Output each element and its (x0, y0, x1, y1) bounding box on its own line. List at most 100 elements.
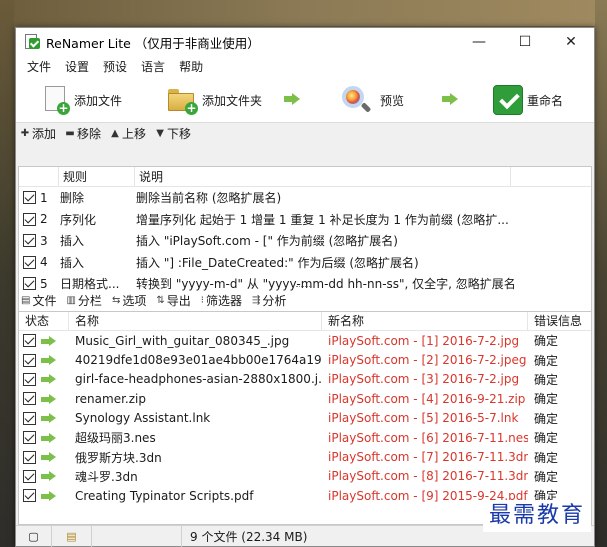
add-folders-label: 添加文件夹 (202, 93, 263, 108)
columns-menu-button[interactable]: ▥ 分栏 (66, 292, 101, 309)
rule-row[interactable]: 1 删除 删除当前名称 (忽略扩展名) (19, 187, 591, 209)
files-toolbar: ▤ 文件 ▥ 分栏 ⇆ 选项 ⇅ 导出 ⁝ 筛选器 ⇶ 分析 (18, 290, 592, 310)
file-name: girl-face-headphones-asian-2880x1800.j..… (75, 372, 322, 387)
arrow-right-icon (41, 355, 57, 366)
export-menu-button[interactable]: ⇅ 导出 (156, 292, 190, 309)
add-rule-button[interactable]: ✚ 添加 (20, 125, 56, 142)
file-checkbox[interactable] (23, 469, 36, 483)
file-row[interactable]: renamer.zip iPlaySoft.com - [4] 2016-9-21… (19, 389, 591, 408)
move-up-label: 上移 (122, 126, 147, 141)
file-row[interactable]: 40219dfe1d08e93e01ae4bb00e1764a19... iPla… (19, 350, 591, 369)
rule-row[interactable]: 2 序列化 增量序列化 起始于 1 增量 1 重复 1 补足长度为 1 作为前缀… (19, 209, 591, 231)
file-new-name: iPlaySoft.com - [7] 2016-7-11.3dn (328, 450, 528, 465)
file-row[interactable]: 俄罗斯方块.3dn iPlaySoft.com - [7] 2016-7-11.3… (19, 447, 591, 466)
arrow-right-icon (41, 374, 57, 385)
file-row[interactable]: Synology Assistant.lnk iPlaySoft.com - [5… (19, 409, 591, 428)
rule-description: 删除当前名称 (忽略扩展名) (136, 191, 282, 206)
file-new-name: iPlaySoft.com - [8] 2016-7-11.3dn (328, 469, 528, 484)
move-down-button[interactable]: ▼ 下移 (155, 125, 191, 142)
columns-icon: ▥ (66, 294, 76, 306)
file-new-name: iPlaySoft.com - [5] 2016-5-7.lnk (328, 411, 519, 426)
rule-row[interactable]: 4 插入 插入 "] :File_DateCreated:" 作为后缀 (忽略扩… (19, 252, 591, 274)
file-row[interactable]: girl-face-headphones-asian-2880x1800.j..… (19, 370, 591, 389)
add-files-button[interactable]: + 添加文件 (42, 82, 122, 118)
watermark-text: 最需教育 (483, 500, 592, 532)
arrow-right-icon (41, 413, 57, 424)
file-error-status: 确定 (534, 450, 559, 465)
preview-button[interactable]: 预览 (340, 82, 404, 118)
menu-language[interactable]: 语言 (134, 58, 172, 75)
arrow-right-icon (41, 471, 57, 482)
rule-checkbox[interactable] (23, 191, 36, 205)
arrow-down-icon: ▼ (156, 127, 164, 139)
error-column-header[interactable]: 错误信息 (528, 312, 591, 331)
file-name: Music_Girl_with_guitar_080345_.jpg (75, 333, 290, 348)
file-checkbox[interactable] (23, 353, 36, 367)
panel-splitter[interactable] (18, 284, 592, 289)
arrow-right-icon (41, 452, 57, 463)
rule-checkbox[interactable] (23, 234, 36, 248)
rules-header: 规则 说明 (19, 166, 591, 187)
files-icon: ▤ (21, 294, 31, 306)
rule-checkbox[interactable] (23, 255, 36, 269)
file-name: 俄罗斯方块.3dn (75, 450, 162, 465)
file-checkbox[interactable] (23, 411, 36, 425)
file-checkbox[interactable] (23, 489, 36, 503)
file-checkbox[interactable] (23, 450, 36, 464)
analyze-menu-button[interactable]: ⇶ 分析 (252, 292, 286, 309)
magnifier-icon (340, 84, 372, 116)
file-row[interactable]: 魂斗罗.3dn iPlaySoft.com - [8] 2016-7-11.3dn… (19, 467, 591, 486)
status-column-header[interactable]: 状态 (19, 312, 69, 331)
filter-icon: ⁝ (200, 294, 204, 306)
rename-label: 重命名 (527, 93, 564, 108)
window-title: ReNamer Lite （仅用于非商业使用） (46, 35, 260, 51)
file-count-status: 9 个文件 (22.34 MB) (190, 529, 308, 544)
menu-presets[interactable]: 预设 (96, 58, 134, 75)
checkmark-icon (493, 85, 523, 115)
file-name: 魂斗罗.3dn (75, 469, 138, 484)
file-new-name: iPlaySoft.com - [6] 2016-7-11.nes (328, 430, 528, 445)
options-menu-button[interactable]: ⇆ 选项 (112, 292, 146, 309)
rename-button[interactable]: 重命名 (493, 82, 563, 118)
minimize-button[interactable]: — (456, 28, 502, 56)
add-folders-button[interactable]: + 添加文件夹 (166, 82, 262, 118)
remove-rule-button[interactable]: ▬ 移除 (65, 125, 101, 142)
new-name-column-header[interactable]: 新名称 (322, 312, 528, 331)
rule-checkbox[interactable] (23, 212, 36, 226)
file-checkbox[interactable] (23, 372, 36, 386)
file-error-status: 确定 (534, 392, 559, 407)
menu-settings[interactable]: 设置 (58, 58, 96, 75)
menu-bar: 文件 设置 预设 语言 帮助 (16, 56, 594, 76)
file-checkbox[interactable] (23, 392, 36, 406)
file-row[interactable]: 超级玛丽3.nes iPlaySoft.com - [6] 2016-7-11.n… (19, 428, 591, 447)
file-checkbox[interactable] (23, 334, 36, 348)
files-menu-button[interactable]: ▤ 文件 (21, 292, 56, 309)
arrow-right-icon (41, 335, 57, 346)
description-column-header[interactable]: 说明 (135, 166, 511, 187)
close-button[interactable]: ✕ (548, 28, 594, 56)
filter-menu-button[interactable]: ⁝ 筛选器 (201, 292, 242, 309)
file-name: renamer.zip (75, 391, 146, 406)
rule-column-header[interactable]: 规则 (59, 166, 135, 187)
file-checkbox[interactable] (23, 431, 36, 445)
plus-icon: ✚ (20, 127, 30, 139)
rule-row[interactable]: 3 插入 插入 "iPlaySoft.com - [" 作为前缀 (忽略扩展名) (19, 230, 591, 252)
file-name: Synology Assistant.lnk (75, 411, 211, 426)
maximize-button[interactable]: ☐ (502, 28, 548, 56)
move-up-button[interactable]: ▲ 上移 (110, 125, 146, 142)
rule-description: 插入 "] :File_DateCreated:" 作为后缀 (忽略扩展名) (136, 255, 419, 270)
title-bar: ReNamer Lite （仅用于非商业使用） — ☐ ✕ (16, 28, 594, 56)
name-column-header[interactable]: 名称 (69, 312, 322, 331)
rules-toolbar: ✚ 添加 ▬ 移除 ▲ 上移 ▼ 下移 (16, 123, 594, 143)
file-new-name: iPlaySoft.com - [2] 2016-7-2.jpeg (328, 353, 527, 368)
rule-description: 增量序列化 起始于 1 增量 1 重复 1 补足长度为 1 作为前缀 (忽略扩.… (136, 212, 509, 227)
file-error-status: 确定 (534, 469, 559, 484)
file-error-status: 确定 (534, 334, 559, 349)
arrow-right-icon (41, 490, 57, 501)
menu-help[interactable]: 帮助 (172, 58, 210, 75)
file-error-status: 确定 (534, 353, 559, 368)
menu-file[interactable]: 文件 (20, 58, 58, 75)
files-menu-label: 文件 (32, 293, 57, 308)
file-row[interactable]: Music_Girl_with_guitar_080345_.jpg iPlayS… (19, 331, 591, 350)
files-header: 状态 名称 新名称 错误信息 (19, 312, 591, 331)
